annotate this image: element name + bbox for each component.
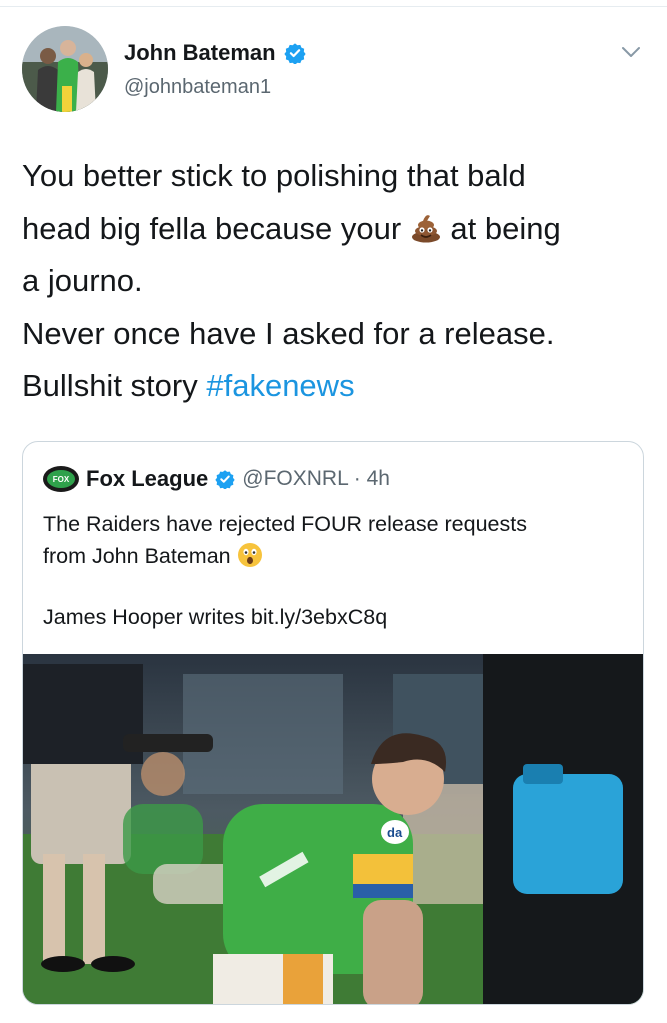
- quoted-display-name[interactable]: Fox League: [86, 466, 208, 492]
- quoted-tweet-card[interactable]: FOX Fox League @FOXNRL · 4h The Raiders …: [22, 441, 644, 1005]
- astonished-face-emoji-icon: [237, 543, 262, 567]
- tweet-line-4: Never once have I asked for a release.: [22, 315, 555, 351]
- author-avatar[interactable]: [22, 26, 108, 112]
- author-name-row: John Bateman: [124, 40, 306, 66]
- tweet-line-5-text: Bullshit story: [22, 368, 198, 403]
- quoted-line-2: from John Bateman: [43, 540, 633, 572]
- quoted-verified-badge-icon: [215, 470, 235, 489]
- jersey-logo-text: da: [387, 825, 403, 840]
- tweet-line-1: You better stick to polishing that bald: [22, 158, 526, 193]
- quoted-link-line[interactable]: James Hooper writes bit.ly/3ebxC8q: [43, 605, 387, 630]
- tweet-line-2-start: head big fella because your: [22, 210, 402, 246]
- poop-emoji-icon: [411, 214, 440, 242]
- rugby-player-photo[interactable]: da: [23, 654, 643, 1004]
- author-display-name[interactable]: John Bateman: [124, 40, 276, 66]
- top-divider: [0, 6, 667, 7]
- tweet-text: You better stick to polishing that bald …: [22, 150, 652, 413]
- verified-badge-icon: [283, 43, 306, 64]
- quoted-line-2-text: from John Bateman: [43, 544, 231, 568]
- fox-logo-text: FOX: [47, 470, 75, 488]
- tweet-line-2: head big fella because your at being: [22, 203, 652, 256]
- chevron-down-icon[interactable]: [620, 44, 642, 60]
- tweet-line-5: Bullshit story #fakenews: [22, 360, 652, 413]
- fox-league-logo-icon[interactable]: FOX: [43, 466, 79, 492]
- author-handle[interactable]: @johnbateman1: [124, 76, 271, 99]
- quoted-header: FOX Fox League @FOXNRL · 4h: [43, 466, 390, 492]
- tweet-line-2-end: at being: [450, 210, 561, 246]
- quoted-handle-time[interactable]: @FOXNRL · 4h: [242, 467, 390, 491]
- hashtag-fakenews-link[interactable]: #fakenews: [206, 368, 354, 403]
- quoted-line-1: The Raiders have rejected FOUR release r…: [43, 512, 527, 536]
- tweet-line-3: a journo.: [22, 263, 143, 298]
- quoted-text: The Raiders have rejected FOUR release r…: [43, 508, 633, 572]
